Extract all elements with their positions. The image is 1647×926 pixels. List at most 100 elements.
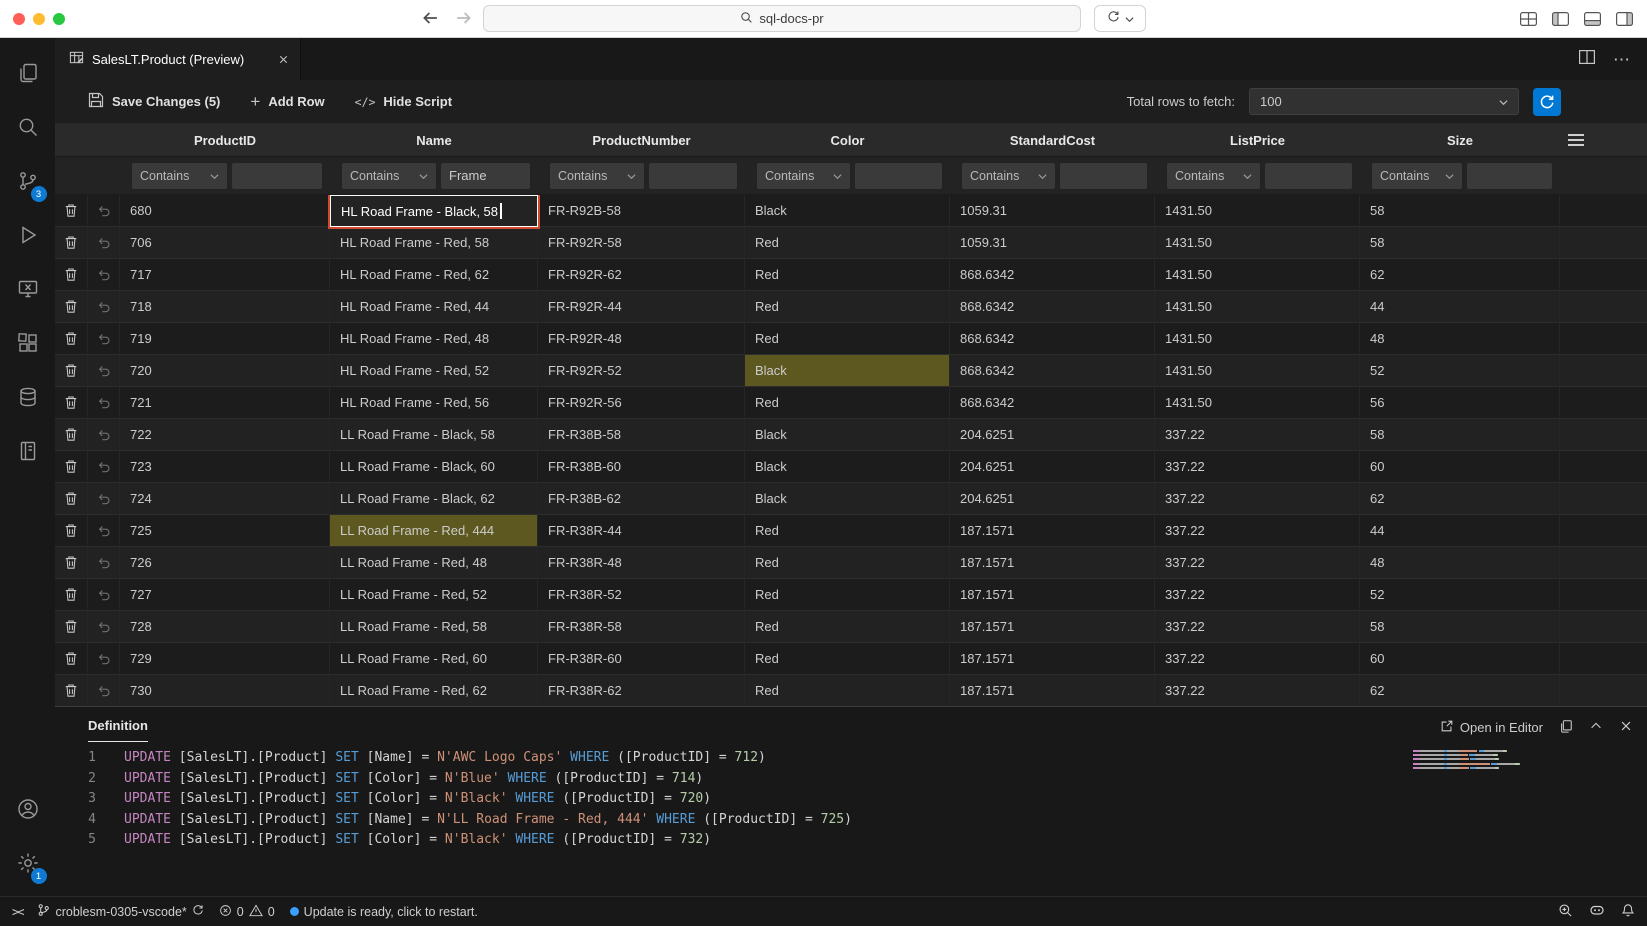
delete-row-button[interactable] [55,451,88,483]
cell-price[interactable]: 337.22 [1155,547,1360,579]
toggle-panel-icon[interactable] [1584,12,1601,31]
delete-row-button[interactable] [55,323,88,355]
cell-cost[interactable]: 868.6342 [950,323,1155,355]
cell-id[interactable]: 724 [120,483,330,515]
cell-cost[interactable]: 868.6342 [950,291,1155,323]
delete-row-button[interactable] [55,195,88,227]
cell-color[interactable]: Red [745,675,950,706]
undo-row-button[interactable] [88,675,120,706]
cell-id[interactable]: 729 [120,643,330,675]
column-header-color[interactable]: Color [745,124,950,156]
tab-definition[interactable]: Definition [88,718,148,742]
cell-color[interactable]: Red [745,227,950,259]
cell-color[interactable]: Black [745,419,950,451]
cell-price[interactable]: 1431.50 [1155,355,1360,387]
filter-input-productid[interactable] [232,163,322,189]
open-in-editor-button[interactable]: Open in Editor [1440,719,1543,736]
cell-name[interactable]: HL Road Frame - Red, 56 [330,387,538,419]
cell-number[interactable]: FR-R92B-58 [538,195,745,227]
cell-size[interactable]: 48 [1360,547,1560,579]
zoom-in-icon[interactable] [1558,903,1573,921]
cell-price[interactable]: 337.22 [1155,515,1360,547]
save-changes-button[interactable]: Save Changes (5) [88,92,220,111]
refresh-button[interactable] [1533,88,1561,116]
cell-number[interactable]: FR-R92R-62 [538,259,745,291]
delete-row-button[interactable] [55,291,88,323]
cell-size[interactable]: 62 [1360,483,1560,515]
minimize-window-button[interactable] [33,13,45,25]
cell-color[interactable]: Red [745,547,950,579]
cell-price[interactable]: 337.22 [1155,483,1360,515]
cell-number[interactable]: FR-R38R-62 [538,675,745,706]
cell-number[interactable]: FR-R92R-44 [538,291,745,323]
cell-color[interactable]: Red [745,579,950,611]
filter-input-standardcost[interactable] [1060,163,1148,189]
command-center-search[interactable]: sql-docs-pr [483,5,1081,32]
cell-size[interactable]: 44 [1360,515,1560,547]
remote-monitor-icon[interactable] [4,262,52,316]
fullscreen-window-button[interactable] [53,13,65,25]
cell-size[interactable]: 48 [1360,323,1560,355]
cell-color[interactable]: Red [745,291,950,323]
undo-row-button[interactable] [88,547,120,579]
undo-row-button[interactable] [88,227,120,259]
undo-row-button[interactable] [88,611,120,643]
back-icon[interactable] [420,8,440,28]
delete-row-button[interactable] [55,611,88,643]
column-header-size[interactable]: Size [1360,124,1560,156]
cell-id[interactable]: 722 [120,419,330,451]
cell-name[interactable]: HL Road Frame - Black, 58 [330,195,538,227]
cell-cost[interactable]: 204.6251 [950,451,1155,483]
cell-cost[interactable]: 868.6342 [950,387,1155,419]
filter-operator-dropdown[interactable]: Contains [550,163,644,189]
cell-number[interactable]: FR-R38R-58 [538,611,745,643]
cell-id[interactable]: 706 [120,227,330,259]
column-header-standardcost[interactable]: StandardCost [950,124,1155,156]
cell-size[interactable]: 44 [1360,291,1560,323]
notebook-icon[interactable] [4,424,52,478]
column-header-name[interactable]: Name [330,124,538,156]
cell-number[interactable]: FR-R38R-48 [538,547,745,579]
update-ready-item[interactable]: Update is ready, click to restart. [290,905,478,919]
cell-color[interactable]: Red [745,387,950,419]
cell-price[interactable]: 1431.50 [1155,195,1360,227]
settings-gear-icon[interactable]: 1 [4,836,52,890]
cell-number[interactable]: FR-R38B-60 [538,451,745,483]
cell-color[interactable]: Red [745,515,950,547]
filter-operator-dropdown[interactable]: Contains [132,163,227,189]
cell-name[interactable]: LL Road Frame - Red, 62 [330,675,538,706]
undo-row-button[interactable] [88,419,120,451]
filter-input-name[interactable] [441,163,530,189]
cell-name[interactable]: HL Road Frame - Red, 44 [330,291,538,323]
cell-color[interactable]: Black [745,451,950,483]
tab-saleslt-product-preview[interactable]: SalesLT.Product (Preview) [55,38,301,80]
filter-input-listprice[interactable] [1265,163,1353,189]
cell-price[interactable]: 337.22 [1155,611,1360,643]
cell-id[interactable]: 717 [120,259,330,291]
cell-cost[interactable]: 204.6251 [950,483,1155,515]
cell-size[interactable]: 58 [1360,611,1560,643]
cell-number[interactable]: FR-R38R-52 [538,579,745,611]
layout-customize-icon[interactable] [1520,12,1537,31]
cell-number[interactable]: FR-R38B-58 [538,419,745,451]
remote-indicator[interactable]: >< [12,905,22,919]
cell-number[interactable]: FR-R38R-60 [538,643,745,675]
cell-id[interactable]: 726 [120,547,330,579]
cell-cost[interactable]: 187.1571 [950,643,1155,675]
close-tab-icon[interactable] [277,53,290,66]
undo-row-button[interactable] [88,451,120,483]
column-header-productid[interactable]: ProductID [120,124,330,156]
cell-size[interactable]: 60 [1360,643,1560,675]
cell-number[interactable]: FR-R92R-48 [538,323,745,355]
cell-name[interactable]: HL Road Frame - Red, 58 [330,227,538,259]
close-window-button[interactable] [13,13,25,25]
cell-name[interactable]: LL Road Frame - Black, 58 [330,419,538,451]
filter-operator-dropdown[interactable]: Contains [1372,163,1462,189]
filter-input-size[interactable] [1467,163,1552,189]
cell-name[interactable]: LL Road Frame - Black, 62 [330,483,538,515]
cell-size[interactable]: 62 [1360,675,1560,706]
cell-cost[interactable]: 868.6342 [950,259,1155,291]
undo-row-button[interactable] [88,259,120,291]
problems-item[interactable]: 0 0 [219,904,275,920]
filter-operator-dropdown[interactable]: Contains [342,163,436,189]
